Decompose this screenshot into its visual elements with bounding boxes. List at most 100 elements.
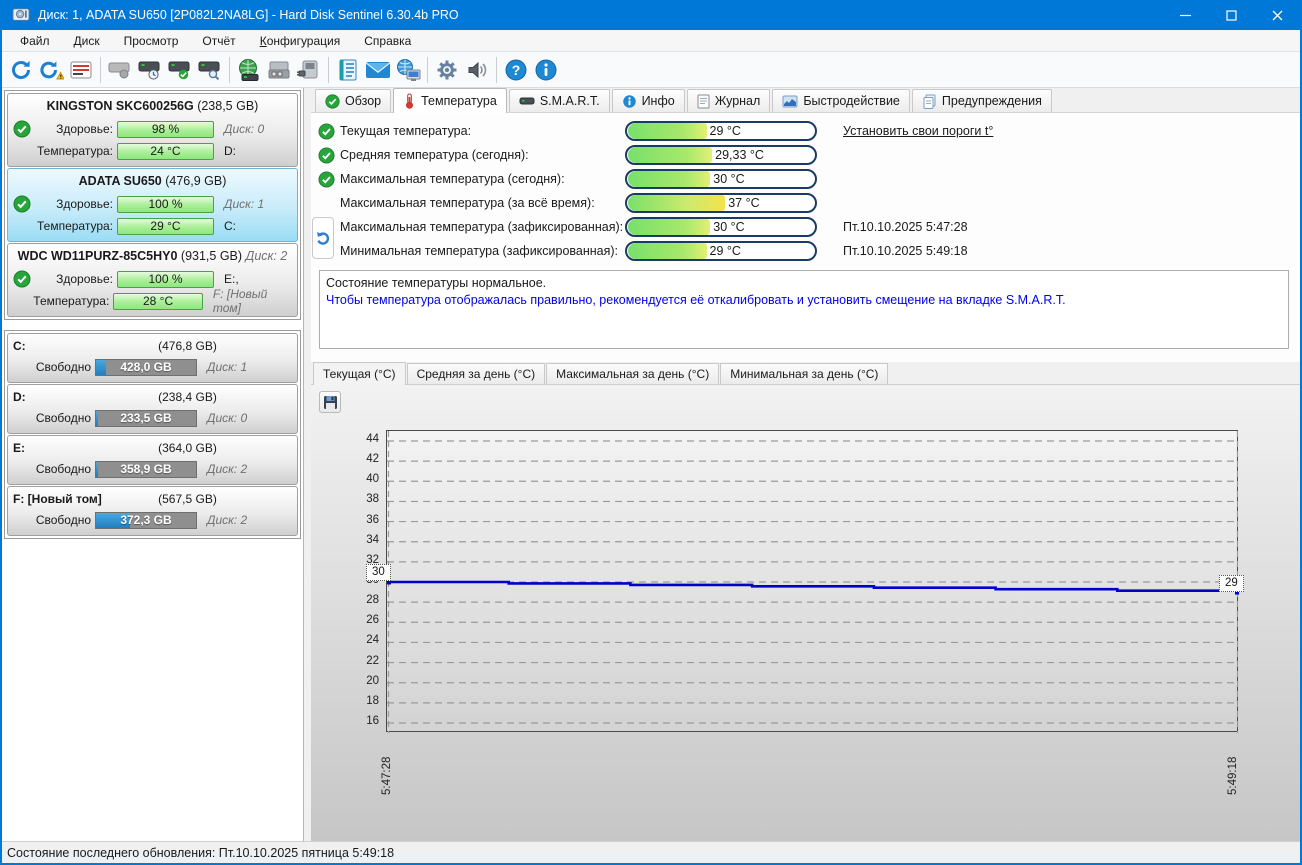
report-icon[interactable] [66, 55, 96, 85]
temp-gauge: 29 °C [625, 241, 817, 261]
chart-tab-current[interactable]: Текущая (°C) [313, 362, 406, 385]
temp-bar: 28 °C [113, 292, 203, 310]
tab-overview[interactable]: Обзор [315, 89, 392, 112]
toolbar-separator [427, 56, 428, 83]
partition-card-c[interactable]: C: (476,8 GB) Свободно 428,0 GB Диск: 1 [7, 333, 298, 383]
disk-schedule-icon[interactable] [135, 55, 165, 85]
refresh-icon[interactable] [6, 55, 36, 85]
svg-text:?: ? [512, 62, 521, 78]
sound-icon[interactable] [462, 55, 492, 85]
refresh-warning-icon[interactable] [36, 55, 66, 85]
sidebar-splitter[interactable] [304, 88, 311, 841]
chart-plot [386, 430, 1239, 733]
temp-gauge: 37 °C [625, 193, 817, 213]
temp-row-max-today: Максимальная температура (сегодня): 30 °… [316, 167, 1292, 191]
partition-card-e[interactable]: E: (364,0 GB) Свободно 358,9 GB Диск: 2 [7, 435, 298, 485]
menu-view[interactable]: Просмотр [112, 32, 191, 50]
tab-journal[interactable]: Журнал [686, 89, 771, 112]
y-tick-label: 42 [366, 453, 379, 466]
tab-temperature[interactable]: Температура [393, 88, 507, 113]
disk-shares-icon[interactable] [264, 55, 294, 85]
disk-card-wdc[interactable]: WDC WD11PURZ-85C5HY0 (931,5 GB) Диск: 2 … [7, 243, 298, 317]
disk-search-icon[interactable] [195, 55, 225, 85]
drive-letter: F: [Новый том] [212, 287, 268, 315]
chart-tab-min[interactable]: Минимальная за день (°C) [720, 363, 889, 384]
info-circle-icon [622, 94, 636, 108]
temperature-note: Состояние температуры нормальное. Чтобы … [319, 270, 1289, 349]
free-label: Свободно [35, 462, 91, 476]
network-disk-icon[interactable] [234, 55, 264, 85]
temp-row-min-recorded: Минимальная температура (зафиксированная… [316, 239, 1292, 263]
y-tick-label: 16 [366, 715, 379, 727]
settings-gear-icon[interactable] [432, 55, 462, 85]
chart-x-label-start: 5:47:28 [381, 756, 393, 795]
partition-card-d[interactable]: D: (238,4 GB) Свободно 233,5 GB Диск: 0 [7, 384, 298, 434]
menu-help[interactable]: Справка [352, 32, 423, 50]
network-pc-icon[interactable] [393, 55, 423, 85]
menu-file[interactable]: Файл [8, 32, 62, 50]
tab-warnings[interactable]: Предупреждения [911, 89, 1052, 112]
info-icon[interactable] [531, 55, 561, 85]
minimize-button[interactable] [1162, 0, 1208, 30]
chart-tabstrip: Текущая (°C) Средняя за день (°C) Максим… [311, 362, 1300, 385]
tab-performance[interactable]: Быстродействие [772, 89, 910, 112]
chart-tab-max[interactable]: Максимальная за день (°C) [546, 363, 720, 384]
toolbar: ? [2, 52, 1300, 88]
toolbar-separator [328, 56, 329, 83]
disk-card-kingston[interactable]: KINGSTON SKC600256G (238,5 GB) Здоровье:… [7, 93, 298, 167]
partition-size: (476,8 GB) [158, 339, 217, 353]
reset-recorded-button[interactable] [312, 217, 334, 259]
health-ok-icon [13, 120, 35, 138]
free-label: Свободно [35, 360, 91, 374]
disk-number: Диск: 0 [224, 122, 265, 136]
journal-doc-icon [697, 94, 710, 108]
y-tick-label: 26 [366, 614, 379, 627]
health-label: Здоровье: [56, 122, 113, 136]
tab-smart[interactable]: S.M.A.R.T. [508, 89, 610, 112]
disk-number: Диск: 2 [207, 462, 248, 476]
health-bar: 100 % [117, 195, 214, 213]
chart-x-label-end: 5:49:18 [1227, 756, 1239, 795]
disk-name: KINGSTON SKC600256G (238,5 GB) [46, 99, 259, 113]
temp-label: Температура: [36, 219, 113, 233]
disk-offline-icon[interactable] [105, 55, 135, 85]
chart-y-axis: 161820222426283032343638404244 [349, 430, 383, 732]
drive-letter: C: [224, 219, 236, 233]
y-tick-label: 34 [366, 533, 379, 546]
partition-card-f[interactable]: F: [Новый том] (567,5 GB) Свободно 372,3 … [7, 486, 298, 536]
temp-row-max-recorded: Максимальная температура (зафиксированна… [316, 215, 1292, 239]
disk-card-adata-selected[interactable]: ADATA SU650 (476,9 GB) Здоровье: 100 % Д… [7, 168, 298, 242]
save-floppy-icon [323, 395, 337, 409]
undo-arrow-icon [317, 231, 330, 245]
free-label: Свободно [35, 513, 91, 527]
tab-info[interactable]: Инфо [611, 89, 685, 112]
space-bar: 372,3 GB [95, 511, 197, 529]
y-tick-label: 40 [366, 473, 379, 486]
help-icon[interactable]: ? [501, 55, 531, 85]
mail-icon[interactable] [363, 55, 393, 85]
disk-number: Диск: 1 [207, 360, 248, 374]
save-chart-button[interactable] [319, 391, 341, 413]
chart-panel: 161820222426283032343638404244 30 29 5:4… [311, 385, 1300, 841]
menu-disk[interactable]: Диск [62, 32, 112, 50]
set-thresholds-link[interactable]: Установить свои пороги t° [843, 124, 993, 138]
app-icon [12, 8, 30, 21]
chart-tab-avg[interactable]: Средняя за день (°C) [406, 363, 546, 384]
notes-icon[interactable] [333, 55, 363, 85]
title-bar: Диск: 1, ADATA SU650 [2P082L2NA8LG] - Ha… [2, 0, 1300, 30]
disk-plug-icon[interactable] [294, 55, 324, 85]
smart-disk-icon [519, 97, 535, 105]
maximize-button[interactable] [1208, 0, 1254, 30]
thermometer-icon [406, 93, 414, 109]
performance-chart-icon [782, 95, 798, 107]
health-bar: 98 % [117, 120, 214, 138]
close-button[interactable] [1254, 0, 1300, 30]
disk-ok-icon[interactable] [165, 55, 195, 85]
temp-row-current: Текущая температура: 29 °C Установить св… [316, 119, 1292, 143]
window-title: Диск: 1, ADATA SU650 [2P082L2NA8LG] - Ha… [38, 8, 459, 22]
temp-bar: 24 °C [117, 142, 214, 160]
chart-section: Текущая (°C) Средняя за день (°C) Максим… [311, 362, 1300, 841]
menu-configuration[interactable]: Конфигурация [248, 32, 353, 50]
menu-report[interactable]: Отчёт [190, 32, 247, 50]
temp-gauge: 29 °C [625, 121, 817, 141]
